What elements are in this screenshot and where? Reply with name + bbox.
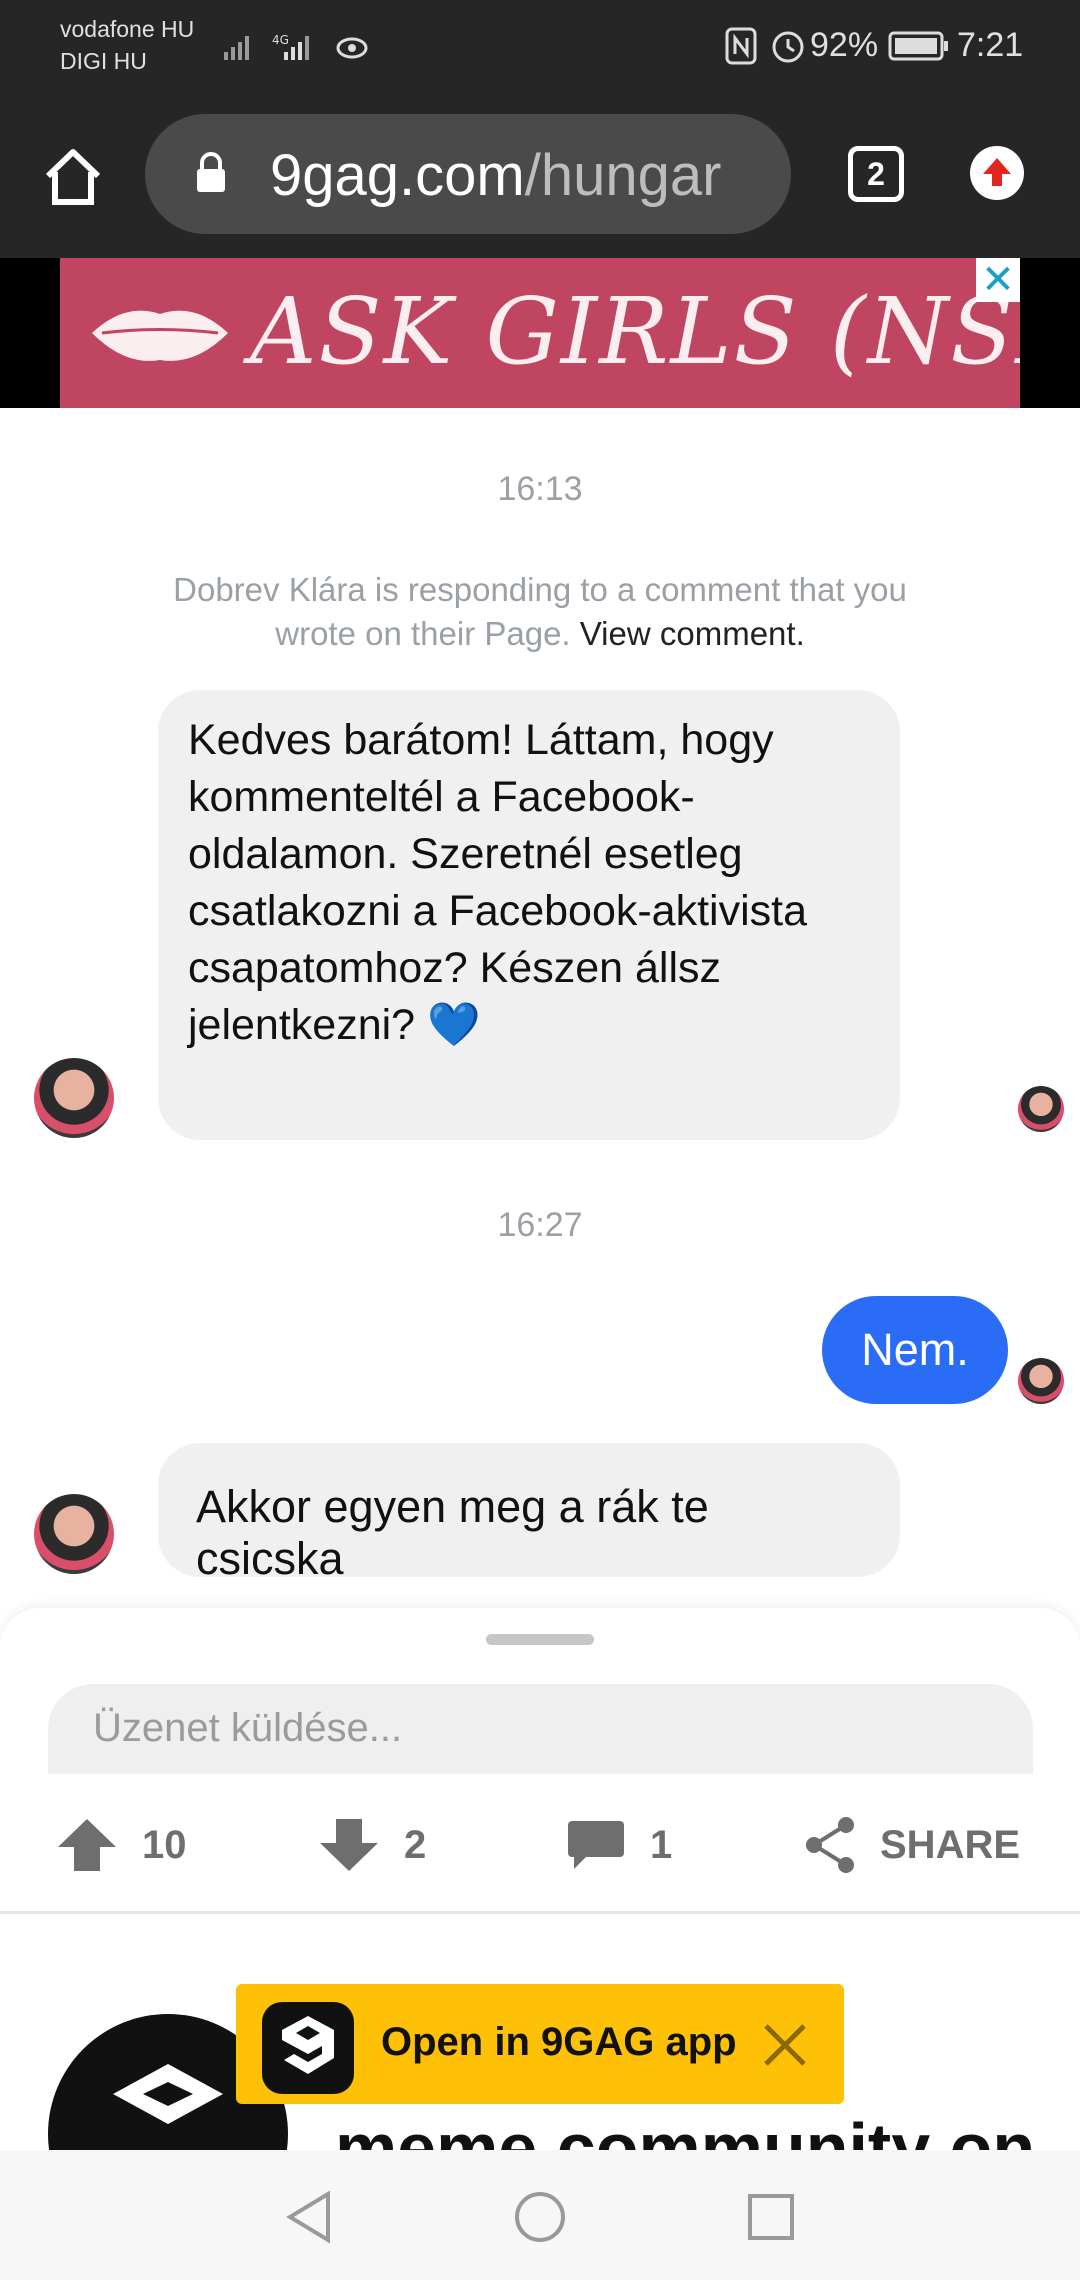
nfc-icon xyxy=(725,27,757,65)
drag-handle xyxy=(486,1634,594,1645)
notice-text: Dobrev Klára is responding to a comment … xyxy=(150,568,930,656)
arrow-down-icon xyxy=(320,1819,378,1871)
timestamp: 16:13 xyxy=(497,470,583,508)
close-icon[interactable] xyxy=(758,2018,812,2072)
url-domain: 9gag.com xyxy=(270,143,525,208)
url-path: /hungar xyxy=(524,143,722,208)
upvote-button[interactable]: 10 xyxy=(56,1810,187,1880)
message-input: Üzenet küldése... xyxy=(48,1684,1033,1774)
share-button[interactable]: SHARE xyxy=(802,1810,1020,1880)
post-actions-bar: 10 2 1 SHARE xyxy=(0,1778,1080,1914)
lips-icon xyxy=(92,310,228,361)
message-bubble-incoming: Akkor egyen meg a rák te csicska xyxy=(158,1443,900,1584)
browser-toolbar: 9gag.com/hungar 2 xyxy=(0,96,1080,258)
downvote-button[interactable]: 2 xyxy=(318,1810,426,1880)
alarm-icon xyxy=(772,31,804,63)
ad-banner[interactable]: ASK GIRLS (NSFW) ✕ xyxy=(60,258,1020,408)
downvote-count: 2 xyxy=(404,1822,427,1867)
navigation-bar xyxy=(0,2150,1080,2280)
carrier-name-2: DIGI HU xyxy=(60,48,147,74)
comments-button[interactable]: 1 xyxy=(566,1810,672,1880)
home-circle-icon[interactable] xyxy=(513,2190,567,2244)
comment-icon xyxy=(568,1821,624,1869)
back-icon[interactable] xyxy=(284,2190,334,2244)
open-app-label: Open in 9GAG app xyxy=(381,2020,737,2064)
open-app-banner[interactable]: Open in 9GAG app xyxy=(236,1984,844,2104)
signal-icons: 4G xyxy=(224,33,368,60)
tab-switcher-button[interactable]: 2 xyxy=(848,146,904,202)
9gag-app-icon xyxy=(262,2002,354,2094)
view-comment-link[interactable]: View comment. xyxy=(580,615,805,652)
battery-icon xyxy=(888,31,948,61)
home-icon[interactable] xyxy=(42,146,104,208)
seen-avatar xyxy=(1018,1086,1064,1132)
promo-line-2: meme community on xyxy=(335,2109,1036,2150)
status-bar: vodafone HU DIGI HU 4G 92% 7:21 xyxy=(0,0,1080,96)
url-text: 9gag.com/hungar xyxy=(270,142,780,209)
share-icon xyxy=(806,1817,854,1873)
ad-text: ASK GIRLS (NSFW) xyxy=(250,278,1020,385)
svg-text:4G: 4G xyxy=(272,33,289,47)
message-bubble-incoming: Kedves barátom! Láttam, hogy kommentelté… xyxy=(158,690,900,1140)
clock: 7:21 xyxy=(957,26,1024,64)
share-label: SHARE xyxy=(880,1822,1021,1867)
avatar xyxy=(34,1494,114,1574)
update-icon[interactable] xyxy=(968,144,1026,202)
upvote-count: 10 xyxy=(142,1822,187,1867)
timestamp: 16:27 xyxy=(497,1206,583,1244)
seen-avatar xyxy=(1018,1358,1064,1404)
ad-container: ASK GIRLS (NSFW) ✕ xyxy=(0,258,1080,408)
9gag-logo-icon xyxy=(282,2016,334,2074)
carrier-name-1: vodafone HU xyxy=(60,16,195,42)
lock-icon xyxy=(197,152,225,192)
avatar xyxy=(34,1058,114,1138)
comment-count: 1 xyxy=(650,1822,673,1867)
9gag-logo-icon xyxy=(113,2064,223,2124)
ad-close-button[interactable]: ✕ xyxy=(976,258,1020,302)
recents-icon[interactable] xyxy=(746,2192,796,2242)
address-bar[interactable]: 9gag.com/hungar xyxy=(145,114,791,234)
message-sheet: Üzenet küldése... xyxy=(0,1608,1080,1778)
post-image: 16:13 Dobrev Klára is responding to a co… xyxy=(0,408,1080,1608)
message-bubble-outgoing: Nem. xyxy=(822,1296,1008,1404)
arrow-up-icon xyxy=(58,1819,116,1871)
battery-percent: 92% xyxy=(810,26,879,64)
